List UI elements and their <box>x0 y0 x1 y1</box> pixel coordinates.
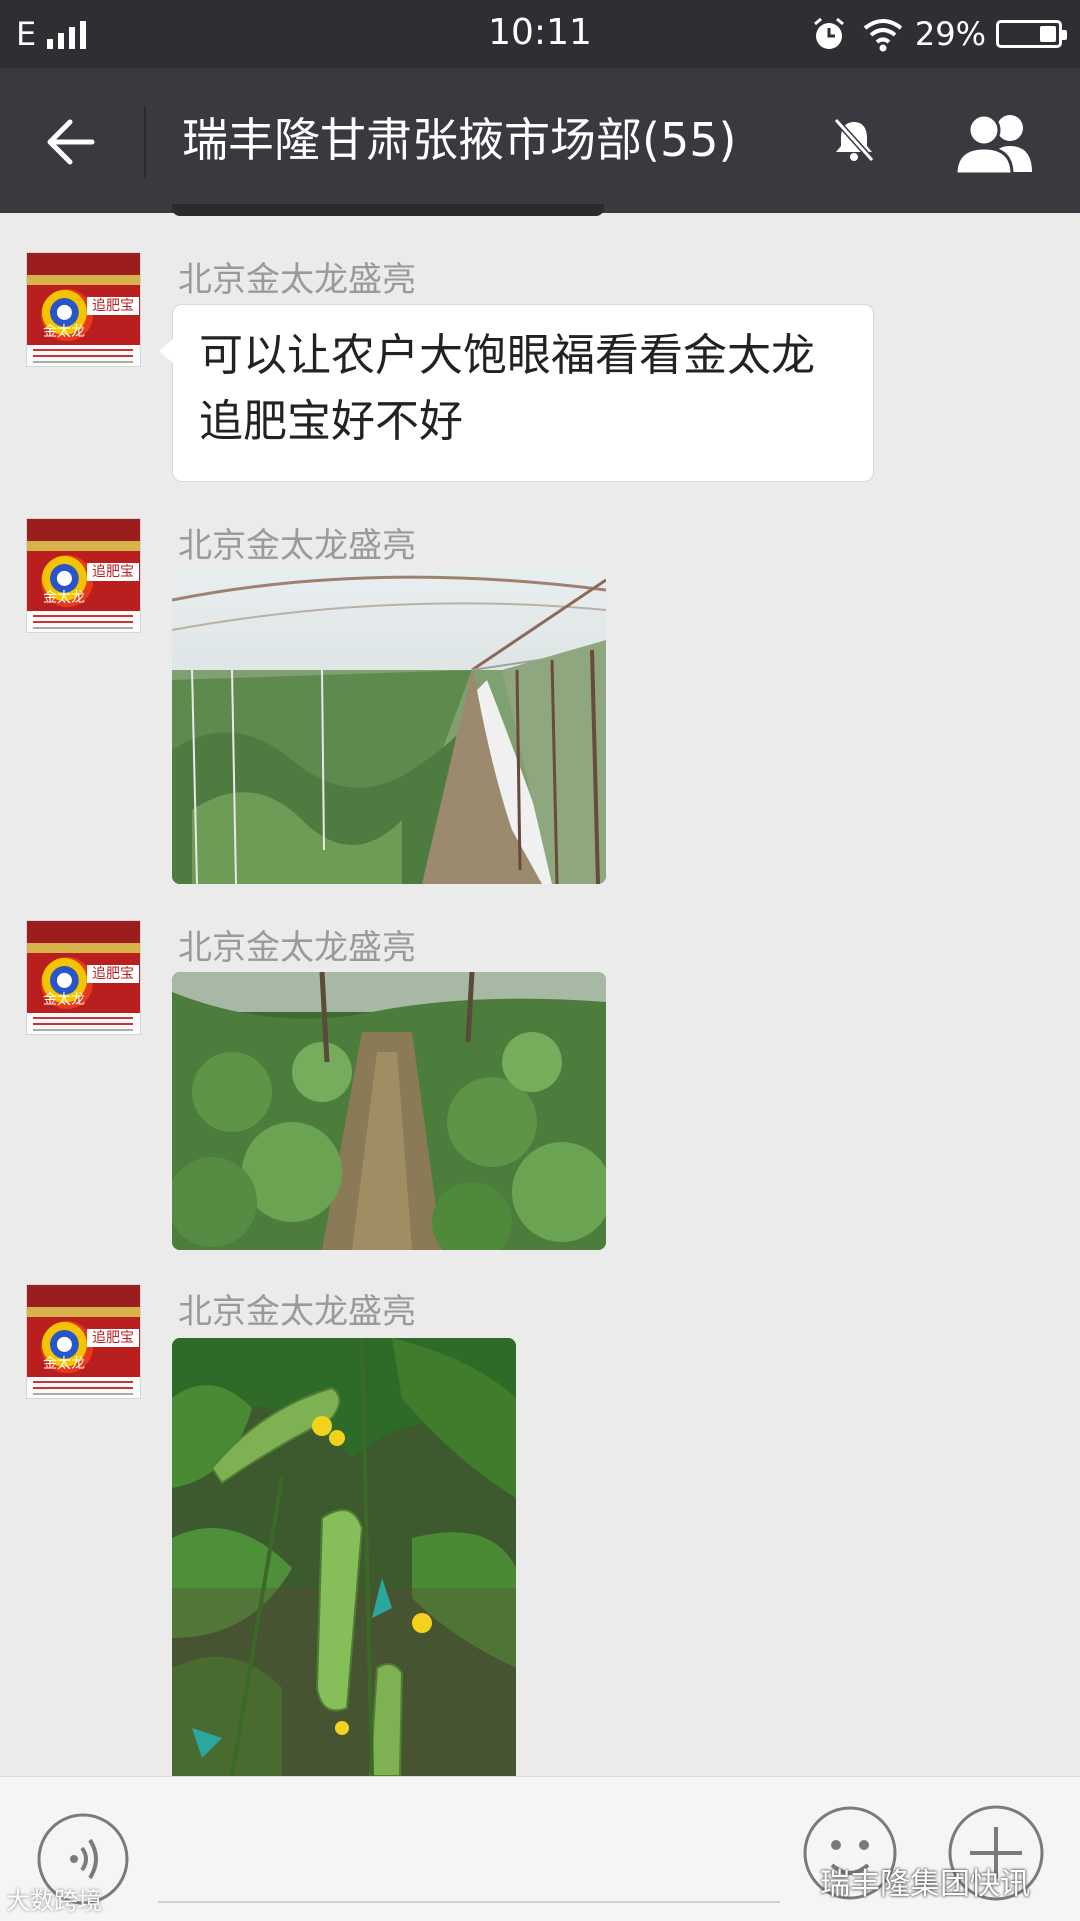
text-bubble[interactable]: 可以让农户大饱眼福看看金太龙追肥宝好不好 <box>159 304 874 482</box>
avatar-brand-text: 追肥宝 <box>87 965 139 983</box>
battery-icon <box>996 20 1067 48</box>
image-message-cucumber-closeup[interactable] <box>172 1338 516 1776</box>
avatar-logo-text: 金太龙 <box>43 1356 85 1372</box>
battery-level <box>1040 26 1056 42</box>
avatar[interactable]: 追肥宝 金太龙 <box>26 252 141 367</box>
sender-name: 北京金太龙盛亮 <box>178 526 416 566</box>
status-icons: 29% <box>811 14 1067 54</box>
avatar[interactable]: 追肥宝 金太龙 <box>26 920 141 1035</box>
message-input[interactable] <box>158 1901 780 1903</box>
group-members-icon[interactable] <box>950 110 1040 174</box>
sender-name: 北京金太龙盛亮 <box>178 928 416 968</box>
sender-name: 北京金太龙盛亮 <box>178 1292 416 1332</box>
avatar[interactable]: 追肥宝 金太龙 <box>26 518 141 633</box>
image-message-cucumber-rows[interactable] <box>172 972 606 1250</box>
avatar[interactable]: 追肥宝 金太龙 <box>26 1284 141 1399</box>
message-item: 追肥宝 金太龙 北京金太龙盛亮 <box>0 1284 1080 1776</box>
avatar-logo-text: 金太龙 <box>43 590 85 606</box>
watermark-left: 大数跨境 <box>6 1887 102 1915</box>
watermark-right: 瑞丰隆集团快讯 <box>820 1867 1030 1902</box>
avatar-brand-text: 追肥宝 <box>87 563 139 581</box>
alarm-icon <box>813 17 844 49</box>
avatar-logo-text: 金太龙 <box>43 992 85 1008</box>
wifi-icon <box>863 19 903 52</box>
back-arrow-icon[interactable] <box>40 112 100 172</box>
battery-percent: 29% <box>914 15 986 53</box>
message-item: 追肥宝 金太龙 北京金太龙盛亮 可以让农户大饱眼福看看金太龙追肥宝好不好 <box>0 252 1080 492</box>
sender-name: 北京金太龙盛亮 <box>178 260 416 300</box>
mute-bell-icon <box>833 117 875 163</box>
avatar-logo-text: 金太龙 <box>43 324 85 340</box>
avatar-brand-text: 追肥宝 <box>87 1329 139 1347</box>
chat-header: 瑞丰隆甘肃张掖市场部(55) <box>0 68 1080 213</box>
chat-title: 瑞丰隆甘肃张掖市场部(55) <box>182 113 737 167</box>
header-divider <box>144 106 146 178</box>
image-message-greenhouse[interactable] <box>172 570 606 884</box>
status-bar: E 10:11 29% <box>0 0 1080 68</box>
message-item: 追肥宝 金太龙 北京金太龙盛亮 <box>0 518 1080 888</box>
previous-image-edge <box>172 204 604 216</box>
message-item: 追肥宝 金太龙 北京金太龙盛亮 <box>0 920 1080 1250</box>
avatar-brand-text: 追肥宝 <box>87 297 139 315</box>
input-bar: 瑞丰隆集团快讯 大数跨境 <box>0 1776 1080 1921</box>
